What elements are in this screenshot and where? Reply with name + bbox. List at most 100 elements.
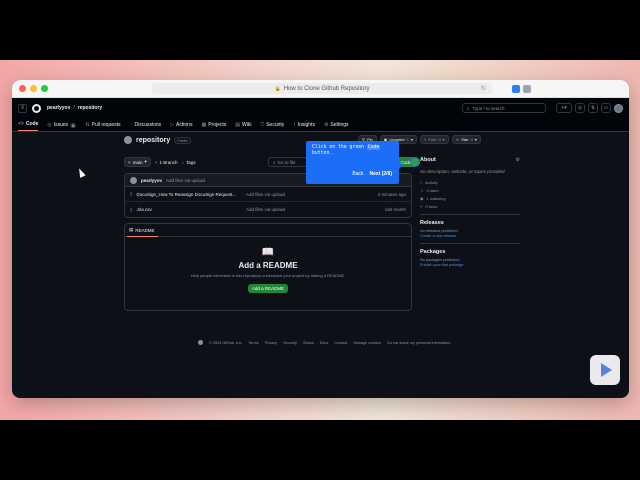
footer-link[interactable]: Security [283,341,297,345]
activity-link[interactable]: ⌇ Activity [420,180,520,185]
commit-message[interactable]: Add files via upload [166,178,205,183]
commit-author[interactable]: pearlyyov [141,178,162,183]
tab-insights[interactable]: ⌇ Insights [293,122,315,131]
go-to-file-input[interactable]: ⌕ Go to file [268,157,310,167]
tab-label: Issues [53,122,69,128]
owner-link[interactable]: pearlyyov [47,105,70,111]
github-logo-icon[interactable] [32,103,41,113]
file-name[interactable]: DocuSign_How To Reassign DocuSign Reques… [136,192,246,197]
fork-label: Fork [428,137,437,142]
issues-icon[interactable]: ◎ [575,103,585,113]
star-label: Star [461,137,469,142]
search-input[interactable]: ⌕ Type / to search [462,103,546,113]
footer-link[interactable]: Status [303,341,314,345]
maximize-window-button[interactable] [41,85,48,92]
releases-text: No releases published [420,229,458,233]
file-commit-message[interactable]: Add files via upload [246,192,285,197]
code-button-highlight[interactable] [410,157,420,167]
tooltip-next-button[interactable]: Next (2/8) [369,171,392,178]
pulse-icon: ⌇ [420,180,422,185]
chevron-down-icon: ▾ [442,137,445,142]
tags-link[interactable]: ⌂ Tags [181,160,195,165]
reload-icon[interactable]: ↻ [481,85,486,92]
footer-link[interactable]: Contact [334,341,347,345]
star-button[interactable]: ☆ Star 0 ▾ [451,135,481,144]
divider [420,214,520,215]
tooltip-actions: Back Next (2/8) [352,171,392,178]
footer-link[interactable]: Privacy [265,341,277,345]
branch-selector[interactable]: ⑂ main ▾ [124,157,151,167]
footer-link[interactable]: Do not share my personal information [387,341,450,345]
avatar[interactable] [614,103,623,113]
table-row[interactable]: ▯ DocuSign_How To Reassign DocuSign Requ… [125,187,411,202]
code-icon: <> [18,121,24,127]
create-release-link[interactable]: Create a new release [420,234,520,238]
file-icon: ▯ [130,191,133,196]
search-icon: ⌕ [273,159,276,165]
add-readme-heading: Add a README [238,261,298,270]
tab-label: Settings [330,122,349,128]
issue-icon: ◎ [47,122,52,128]
window-controls [19,85,48,92]
close-window-button[interactable] [19,85,26,92]
stars-link[interactable]: ☆ 0 stars [420,188,520,193]
tab-code[interactable]: <> Code [18,121,39,131]
footer-link[interactable]: Docs [320,341,329,345]
tab-label: Security [266,122,285,128]
packages-heading[interactable]: Packages [420,249,520,255]
add-readme-button[interactable]: Add a README [247,284,289,293]
open-book-icon: 📖 [261,247,275,258]
repo-nav-tabs: <> Code ◎ Issues 8 ⇅ Pull requests ◌ Dis… [12,118,629,132]
repo-name[interactable]: repository [136,137,170,144]
tab-projects[interactable]: ▦ Projects [201,122,226,131]
file-name[interactable]: Jira.csv [136,207,246,212]
readme-tab[interactable]: ▤ README [125,224,411,237]
fork-button[interactable]: ⑂ Fork 0 ▾ [420,135,449,144]
tab-label: Insights [297,122,315,128]
github-logo-icon [198,340,203,345]
minimize-window-button[interactable] [30,85,37,92]
watching-link[interactable]: ◉ 1 watching [420,196,520,201]
pull-requests-icon[interactable]: ⇅ [588,103,598,113]
tab-discussions[interactable]: ◌ Discussions [130,122,162,131]
extension-icon[interactable] [523,84,531,93]
packages-title: Packages [420,249,446,255]
table-row[interactable]: ▯ Jira.csv Add files via upload last mon… [125,202,411,217]
gear-icon[interactable]: ⚙ [516,157,520,163]
page-footer: © 2024 GitHub, Inc. Terms Privacy Securi… [198,340,450,345]
lock-icon: 🔒 [274,85,281,92]
inbox-icon[interactable]: ▭ [601,103,611,113]
browser-chrome: 🔒 How to Clone Github Repository ↻ [12,80,629,98]
footer-link[interactable]: Manage cookies [353,341,381,345]
star-icon: ☆ [455,137,460,142]
publish-package-link[interactable]: Publish your first package [420,263,520,267]
branch-icon: ⑂ [128,159,131,165]
tab-pull-requests[interactable]: ⇅ Pull requests [85,122,120,131]
tab-issues[interactable]: ◎ Issues 8 [47,122,77,131]
repo-header: repository Public [124,136,192,144]
repo-link[interactable]: repository [78,105,102,111]
repo-owner-avatar [124,136,132,144]
forks-link[interactable]: ⑂ 0 forks [420,204,520,209]
tab-wiki[interactable]: ▤ Wiki [235,122,251,131]
graph-icon: ⌇ [293,122,296,128]
readme-panel: ▤ README 📖 Add a README Help people inte… [124,223,412,311]
fork-count: 0 [438,137,441,142]
tab-security[interactable]: ⛉ Security [260,122,284,131]
create-new-icon[interactable]: +▾ [556,103,572,113]
add-readme-description: Help people interested in this repositor… [190,273,346,278]
file-commit-message[interactable]: Add files via upload [246,207,285,212]
footer-link[interactable]: Terms [248,341,258,345]
branches-link[interactable]: ⑂ 1 Branch [155,160,178,165]
play-button[interactable] [590,355,620,385]
tab-settings[interactable]: ⚙ Settings [324,122,349,131]
tooltip-back-button[interactable]: Back [352,171,363,178]
hamburger-menu-icon[interactable]: ≡ [18,103,27,113]
address-bar[interactable]: 🔒 How to Clone Github Repository ↻ [152,83,492,94]
tab-label: Discussions [134,122,162,128]
extension-icon[interactable] [512,84,520,93]
play-icon: ▷ [170,122,175,128]
file-icon: ▯ [130,206,133,212]
tab-actions[interactable]: ▷ Actions [170,122,192,131]
releases-heading[interactable]: Releases [420,220,520,226]
